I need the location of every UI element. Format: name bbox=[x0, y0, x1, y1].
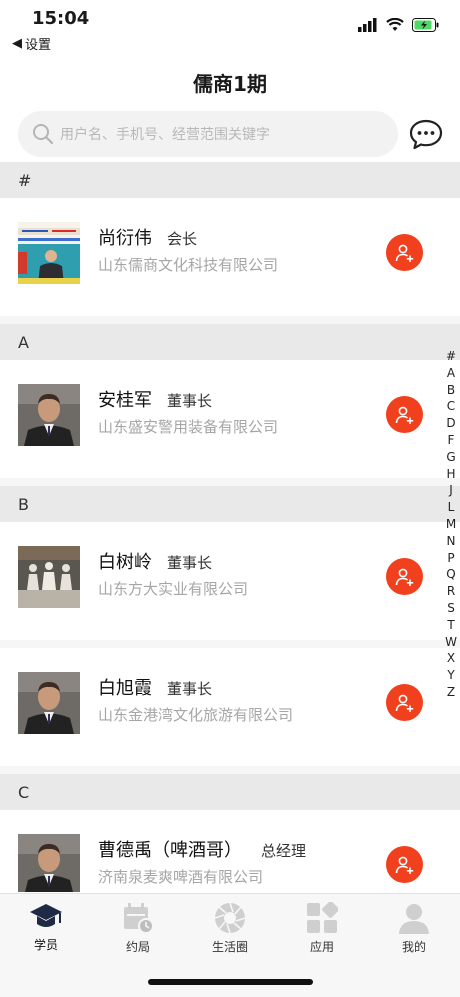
add-friend-button[interactable] bbox=[386, 558, 423, 595]
member-role: 总经理 bbox=[261, 842, 307, 860]
apps-grid-icon bbox=[307, 902, 338, 933]
graduation-cap-icon bbox=[30, 904, 62, 927]
index-letter[interactable]: H bbox=[446, 466, 455, 483]
index-letter[interactable]: Z bbox=[447, 684, 455, 701]
index-letter[interactable]: Q bbox=[446, 566, 455, 583]
add-user-icon bbox=[395, 694, 413, 712]
battery-icon bbox=[412, 18, 439, 32]
add-friend-button[interactable] bbox=[386, 846, 423, 883]
section-header: # bbox=[0, 162, 460, 198]
member-company: 山东方大实业有限公司 bbox=[98, 580, 249, 598]
tab-label: 我的 bbox=[401, 940, 426, 954]
search-bar[interactable]: 用户名、手机号、经营范围关键字 bbox=[18, 111, 398, 157]
back-button[interactable]: ◀ 设置 bbox=[12, 34, 51, 53]
row-divider bbox=[0, 766, 460, 774]
index-letter[interactable]: B bbox=[447, 382, 455, 399]
index-letter[interactable]: # bbox=[446, 348, 456, 365]
status-bar: 15:04 bbox=[0, 0, 460, 36]
member-company: 山东金港湾文化旅游有限公司 bbox=[98, 706, 294, 724]
status-time: 15:04 bbox=[32, 8, 90, 29]
index-letter[interactable]: W bbox=[445, 634, 457, 651]
status-icons bbox=[358, 18, 440, 32]
member-role: 董事长 bbox=[167, 392, 213, 410]
person-portrait-icon bbox=[18, 834, 80, 892]
member-role: 会长 bbox=[167, 230, 198, 248]
member-company: 山东儒商文化科技有限公司 bbox=[98, 256, 279, 274]
tab-life-circle[interactable]: 生活圈 bbox=[184, 902, 276, 955]
tab-label: 应用 bbox=[309, 940, 334, 954]
aperture-icon bbox=[214, 902, 246, 934]
index-letter[interactable]: R bbox=[447, 583, 455, 600]
search-icon bbox=[33, 124, 54, 145]
index-letter[interactable]: C bbox=[447, 398, 455, 415]
search-input[interactable]: 用户名、手机号、经营范围关键字 bbox=[60, 124, 270, 144]
add-friend-button[interactable] bbox=[386, 684, 423, 721]
row-divider bbox=[0, 316, 460, 324]
chat-bubble-icon bbox=[409, 119, 443, 150]
index-letter[interactable]: Y bbox=[447, 667, 454, 684]
tab-label: 约局 bbox=[125, 940, 150, 954]
person-portrait-icon bbox=[18, 672, 80, 734]
index-letter[interactable]: J bbox=[449, 482, 453, 499]
index-letter[interactable]: M bbox=[446, 516, 456, 533]
tab-apps[interactable]: 应用 bbox=[276, 902, 368, 955]
statue-photo-icon bbox=[18, 546, 80, 608]
member-name: 白旭霞 bbox=[98, 678, 152, 699]
index-letter[interactable]: L bbox=[448, 499, 455, 516]
back-label: 设置 bbox=[25, 38, 52, 53]
add-friend-button[interactable] bbox=[386, 396, 423, 433]
member-name: 尚衍伟 bbox=[98, 228, 152, 249]
member-row[interactable]: 尚衍伟 会长 山东儒商文化科技有限公司 bbox=[0, 198, 460, 316]
member-company: 山东盛安警用装备有限公司 bbox=[98, 418, 279, 436]
member-list[interactable]: # 尚衍伟 会长 山东儒商文化科技有限公司 A 安桂军 董事长 山东盛安警用装备… bbox=[0, 162, 460, 892]
home-indicator bbox=[148, 979, 313, 985]
add-user-icon bbox=[395, 568, 413, 586]
index-letter[interactable]: A bbox=[447, 365, 455, 382]
member-row[interactable]: 白旭霞 董事长 山东金港湾文化旅游有限公司 bbox=[0, 648, 460, 766]
tab-students[interactable]: 学员 bbox=[0, 902, 92, 953]
tab-label: 生活圈 bbox=[211, 940, 248, 954]
index-letter[interactable]: G bbox=[446, 449, 455, 466]
member-name: 白树岭 bbox=[98, 552, 152, 573]
index-letter[interactable]: P bbox=[447, 550, 454, 567]
section-header: A bbox=[0, 324, 460, 360]
index-letter[interactable]: S bbox=[447, 600, 455, 617]
member-name: 安桂军 bbox=[98, 390, 152, 411]
index-letter[interactable]: N bbox=[447, 533, 456, 550]
user-icon bbox=[399, 904, 429, 934]
index-letter[interactable]: X bbox=[447, 650, 455, 667]
section-header: B bbox=[0, 486, 460, 522]
calendar-icon bbox=[124, 903, 154, 934]
add-user-icon bbox=[395, 406, 413, 424]
tab-me[interactable]: 我的 bbox=[368, 902, 460, 955]
member-role: 董事长 bbox=[167, 680, 213, 698]
page-title: 儒商1期 bbox=[193, 72, 267, 96]
index-letter[interactable]: T bbox=[447, 617, 454, 634]
member-row[interactable]: 曹德禹（啤酒哥） 总经理 济南泉麦爽啤酒有限公司 bbox=[0, 810, 460, 892]
member-row[interactable]: 安桂军 董事长 山东盛安警用装备有限公司 bbox=[0, 360, 460, 478]
member-role: 董事长 bbox=[167, 554, 213, 572]
message-button[interactable] bbox=[408, 118, 444, 156]
alphabet-index[interactable]: # A B C D F G H J L M N P Q R S T W X Y … bbox=[443, 348, 459, 701]
member-row[interactable]: 白树岭 董事长 山东方大实业有限公司 bbox=[0, 522, 460, 640]
wifi-icon bbox=[386, 18, 404, 31]
member-name: 曹德禹（啤酒哥） bbox=[98, 840, 242, 861]
tab-label: 学员 bbox=[33, 938, 58, 952]
member-company: 济南泉麦爽啤酒有限公司 bbox=[98, 868, 264, 886]
photo-banner-icon bbox=[18, 222, 80, 284]
add-user-icon bbox=[395, 244, 413, 262]
row-divider bbox=[0, 640, 460, 648]
row-divider bbox=[0, 478, 460, 486]
add-user-icon bbox=[395, 856, 413, 874]
index-letter[interactable]: F bbox=[448, 432, 455, 449]
index-letter[interactable]: D bbox=[446, 415, 455, 432]
back-triangle-icon: ◀ bbox=[12, 36, 22, 51]
add-friend-button[interactable] bbox=[386, 234, 423, 271]
person-portrait-icon bbox=[18, 384, 80, 446]
tab-appointments[interactable]: 约局 bbox=[92, 902, 184, 955]
signal-icon bbox=[358, 18, 377, 32]
section-header: C bbox=[0, 774, 460, 810]
